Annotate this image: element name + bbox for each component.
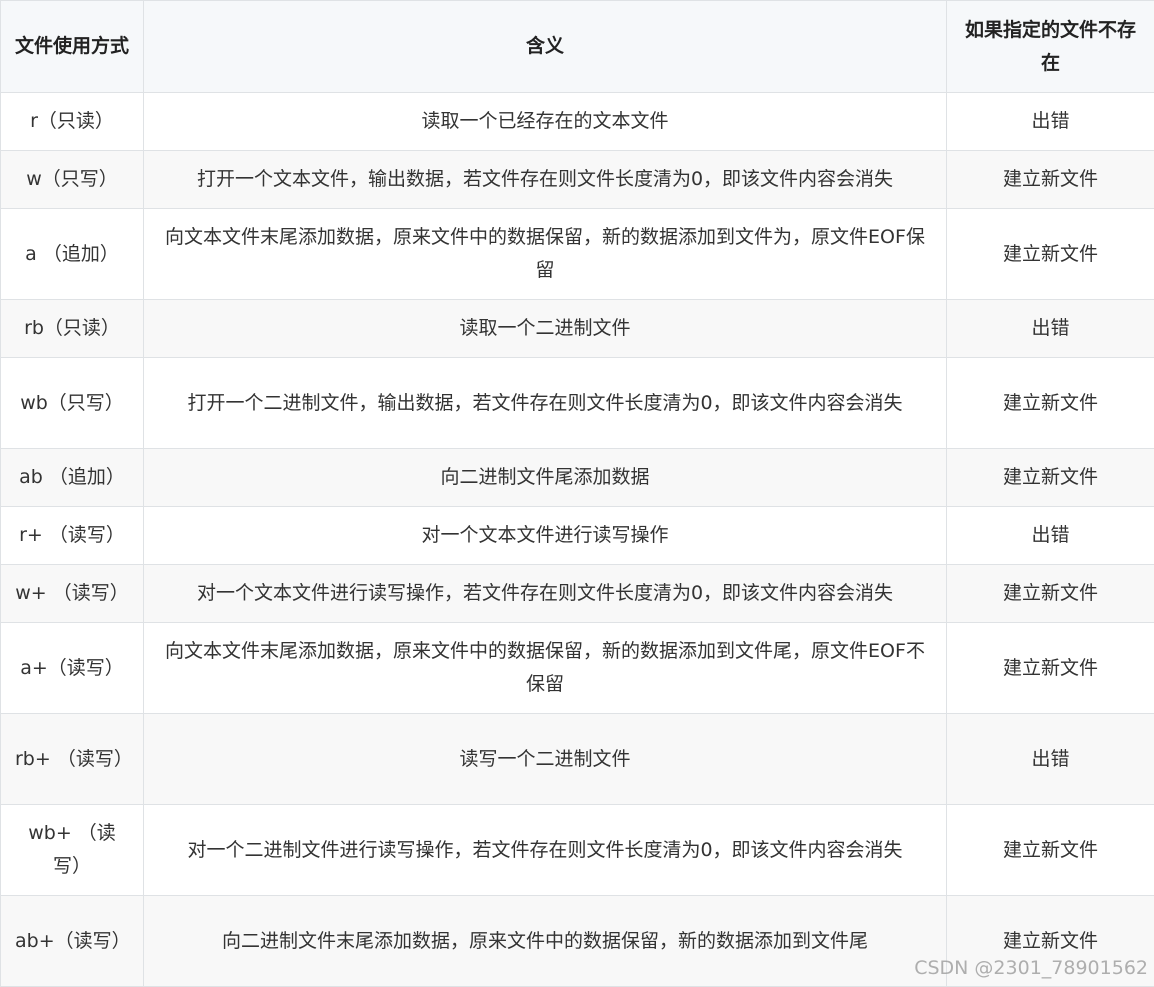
mode-cell: r+ （读写） [1, 507, 144, 565]
meaning-cell: 向文本文件末尾添加数据，原来文件中的数据保留，新的数据添加到文件尾，原文件EOF… [144, 623, 947, 714]
if-missing-cell: 建立新文件 [947, 358, 1154, 449]
meaning-cell: 对一个二进制文件进行读写操作，若文件存在则文件长度清为0，即该文件内容会消失 [144, 805, 947, 896]
meaning-cell: 读取一个已经存在的文本文件 [144, 93, 947, 151]
mode-cell: ab （追加） [1, 449, 144, 507]
if-missing-cell: 建立新文件 [947, 449, 1154, 507]
table-row: a （追加） 向文本文件末尾添加数据，原来文件中的数据保留，新的数据添加到文件为… [1, 209, 1154, 300]
table-row: w+ （读写） 对一个文本文件进行读写操作，若文件存在则文件长度清为0，即该文件… [1, 565, 1154, 623]
table-row: ab （追加） 向二进制文件尾添加数据 建立新文件 [1, 449, 1154, 507]
table-row: wb（只写） 打开一个二进制文件，输出数据，若文件存在则文件长度清为0，即该文件… [1, 358, 1154, 449]
meaning-cell: 读取一个二进制文件 [144, 300, 947, 358]
csdn-watermark: CSDN @2301_78901562 [914, 957, 1148, 979]
file-mode-table: 文件使用方式 含义 如果指定的文件不存在 r（只读） 读取一个已经存在的文本文件… [0, 0, 1154, 987]
if-missing-cell: 出错 [947, 714, 1154, 805]
meaning-cell: 向二进制文件尾添加数据 [144, 449, 947, 507]
meaning-cell: 对一个文本文件进行读写操作，若文件存在则文件长度清为0，即该文件内容会消失 [144, 565, 947, 623]
meaning-cell: 向二进制文件末尾添加数据，原来文件中的数据保留，新的数据添加到文件尾 [144, 896, 947, 987]
if-missing-cell: 建立新文件 [947, 209, 1154, 300]
if-missing-cell: 建立新文件 [947, 805, 1154, 896]
header-if-missing: 如果指定的文件不存在 [947, 1, 1154, 93]
mode-cell: a （追加） [1, 209, 144, 300]
meaning-cell: 打开一个文本文件，输出数据，若文件存在则文件长度清为0，即该文件内容会消失 [144, 151, 947, 209]
mode-cell: a+（读写） [1, 623, 144, 714]
meaning-cell: 向文本文件末尾添加数据，原来文件中的数据保留，新的数据添加到文件为，原文件EOF… [144, 209, 947, 300]
table-header-row: 文件使用方式 含义 如果指定的文件不存在 [1, 1, 1154, 93]
table-row: r（只读） 读取一个已经存在的文本文件 出错 [1, 93, 1154, 151]
mode-cell: ab+（读写） [1, 896, 144, 987]
mode-cell: w（只写） [1, 151, 144, 209]
table-row: rb（只读） 读取一个二进制文件 出错 [1, 300, 1154, 358]
mode-cell: wb（只写） [1, 358, 144, 449]
if-missing-cell: 建立新文件 [947, 565, 1154, 623]
header-meaning: 含义 [144, 1, 947, 93]
if-missing-cell: 建立新文件 [947, 623, 1154, 714]
meaning-cell: 打开一个二进制文件，输出数据，若文件存在则文件长度清为0，即该文件内容会消失 [144, 358, 947, 449]
if-missing-cell: 出错 [947, 507, 1154, 565]
meaning-cell: 对一个文本文件进行读写操作 [144, 507, 947, 565]
if-missing-cell: 出错 [947, 93, 1154, 151]
mode-cell: wb+ （读写） [1, 805, 144, 896]
mode-cell: r（只读） [1, 93, 144, 151]
if-missing-cell: 出错 [947, 300, 1154, 358]
table-row: rb+ （读写） 读写一个二进制文件 出错 [1, 714, 1154, 805]
table-row: r+ （读写） 对一个文本文件进行读写操作 出错 [1, 507, 1154, 565]
mode-cell: w+ （读写） [1, 565, 144, 623]
if-missing-cell: 建立新文件 [947, 151, 1154, 209]
mode-cell: rb+ （读写） [1, 714, 144, 805]
table-row: wb+ （读写） 对一个二进制文件进行读写操作，若文件存在则文件长度清为0，即该… [1, 805, 1154, 896]
header-mode: 文件使用方式 [1, 1, 144, 93]
mode-cell: rb（只读） [1, 300, 144, 358]
table-row: a+（读写） 向文本文件末尾添加数据，原来文件中的数据保留，新的数据添加到文件尾… [1, 623, 1154, 714]
meaning-cell: 读写一个二进制文件 [144, 714, 947, 805]
table-row: w（只写） 打开一个文本文件，输出数据，若文件存在则文件长度清为0，即该文件内容… [1, 151, 1154, 209]
